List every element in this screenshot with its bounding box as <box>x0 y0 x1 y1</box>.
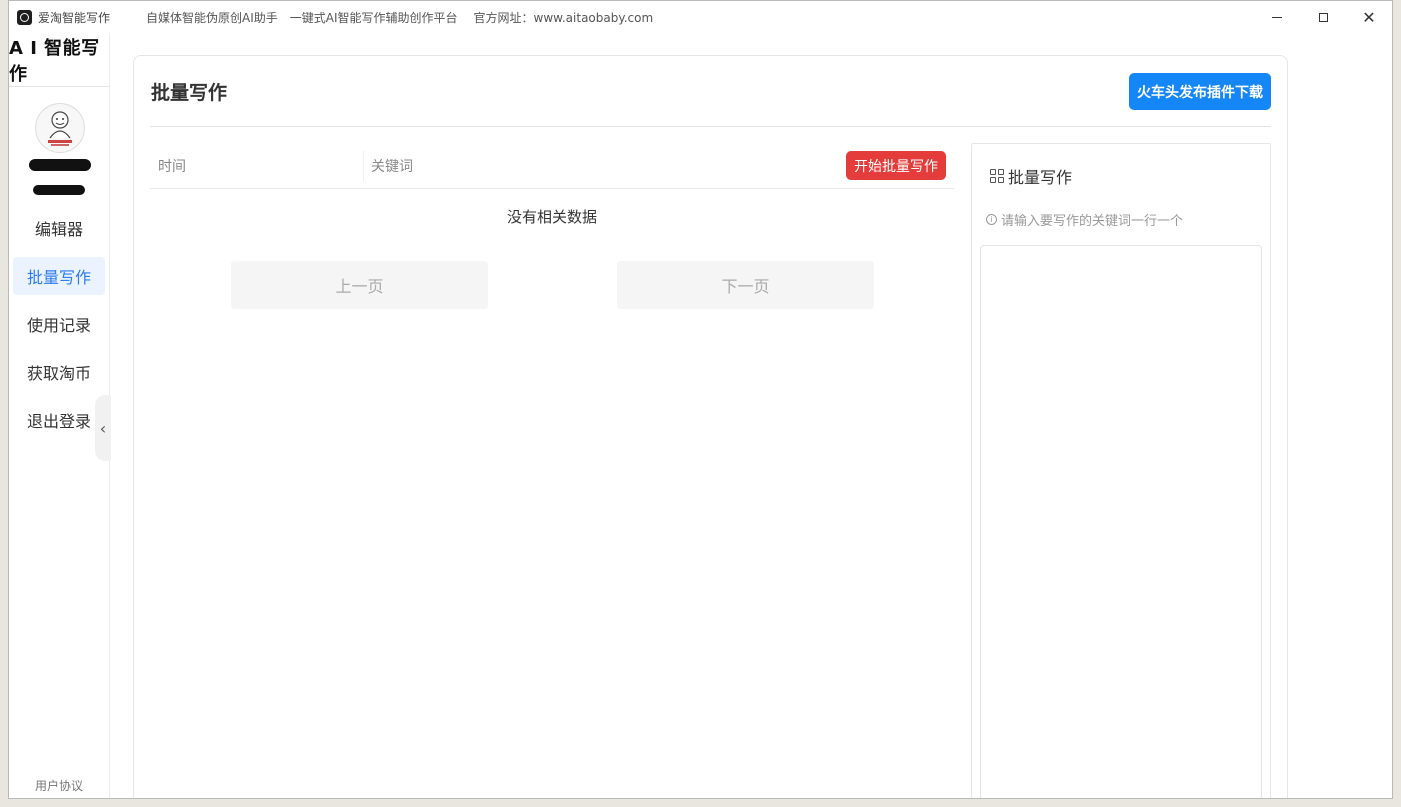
minimize-icon <box>1272 16 1282 18</box>
redacted-username <box>29 159 91 171</box>
batch-writing-card: 批量写作 火车头发布插件下载 时间 关键词 开始批量写作 没有相关数据 上一页 … <box>133 55 1288 798</box>
avatar[interactable] <box>35 103 85 153</box>
minimize-button[interactable] <box>1254 1 1300 33</box>
app-window: 爱淘智能写作 自媒体智能伪原创AI助手 一键式AI智能写作辅助创作平台 官方网址… <box>8 0 1393 799</box>
maximize-button[interactable] <box>1300 1 1346 33</box>
window-subtitle-1: 自媒体智能伪原创AI助手 <box>146 10 278 25</box>
sidebar-item-logout[interactable]: 退出登录 <box>13 401 105 439</box>
panel-hint: i 请输入要写作的关键词一行一个 <box>986 210 1183 229</box>
redacted-balance <box>33 185 85 195</box>
sidebar-item-editor[interactable]: 编辑器 <box>13 209 105 247</box>
keyword-panel: 批量写作 i 请输入要写作的关键词一行一个 <box>971 143 1271 798</box>
avatar-image <box>48 111 72 146</box>
window-controls: ✕ <box>1254 1 1392 33</box>
prev-page-button[interactable]: 上一页 <box>231 261 488 309</box>
info-icon: i <box>986 214 997 225</box>
panel-hint-text: 请输入要写作的关键词一行一个 <box>1001 214 1184 229</box>
window-subtitle-2: 一键式AI智能写作辅助创作平台 <box>289 10 458 25</box>
table-header: 时间 关键词 开始批量写作 <box>150 144 954 189</box>
sidebar-item-usage-records[interactable]: 使用记录 <box>13 305 105 343</box>
plugin-download-button[interactable]: 火车头发布插件下载 <box>1129 73 1271 110</box>
start-batch-writing-button[interactable]: 开始批量写作 <box>846 151 946 180</box>
user-agreement-link[interactable]: 用户协议 <box>9 777 109 794</box>
divider <box>150 126 1271 127</box>
panel-title: 批量写作 <box>990 164 1072 188</box>
sidebar-nav: 编辑器 批量写作 使用记录 获取淘币 退出登录 <box>9 209 109 449</box>
chevron-left-icon: ‹ <box>99 418 107 438</box>
brand-logo: A I 智能写作 <box>9 33 109 87</box>
window-title: 爱淘智能写作 <box>38 10 111 25</box>
keyword-textarea[interactable] <box>980 245 1262 798</box>
next-page-button[interactable]: 下一页 <box>617 261 874 309</box>
sidebar: A I 智能写作 编辑器 批量写作 使用记录 获取淘币 退出登录 ‹ 用户协议 <box>9 33 111 798</box>
sidebar-collapse-button[interactable]: ‹ <box>95 395 111 461</box>
panel-title-text: 批量写作 <box>1008 168 1073 187</box>
grid-icon <box>990 169 1004 183</box>
app-logo-icon <box>17 9 32 25</box>
close-button[interactable]: ✕ <box>1346 1 1392 33</box>
empty-state-text: 没有相关数据 <box>506 208 597 226</box>
maximize-icon <box>1318 12 1328 22</box>
sidebar-item-get-coins[interactable]: 获取淘币 <box>13 353 105 391</box>
window-website: 官方网址：www.aitaobaby.com <box>473 10 654 25</box>
close-icon: ✕ <box>1362 7 1376 27</box>
sidebar-item-batch-writing[interactable]: 批量写作 <box>13 257 105 295</box>
page-title: 批量写作 <box>151 82 228 104</box>
column-header-time: 时间 <box>150 151 364 181</box>
title-bar[interactable]: 爱淘智能写作 自媒体智能伪原创AI助手 一键式AI智能写作辅助创作平台 官方网址… <box>9 1 1392 33</box>
